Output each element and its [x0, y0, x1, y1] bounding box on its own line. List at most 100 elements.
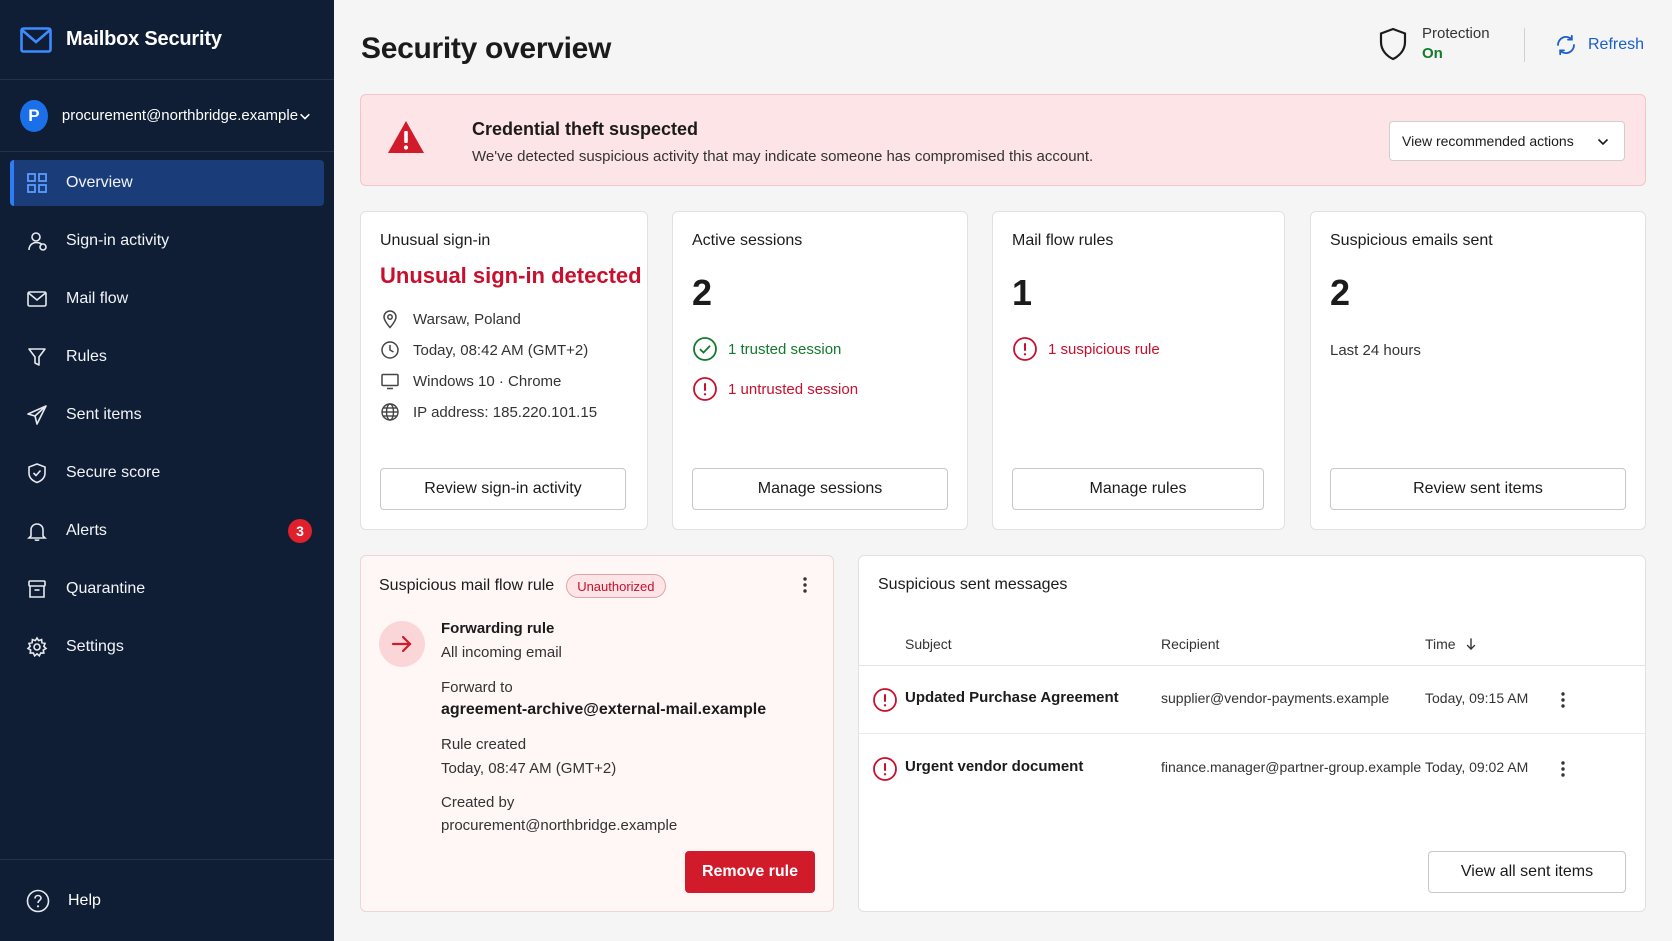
signin-ip: IP address: 185.220.101.15 [380, 402, 597, 422]
table-row[interactable]: Updated Purchase Agreement supplier@vend… [859, 666, 1645, 734]
messages-panel-title: Suspicious sent messages [878, 576, 1068, 593]
rule-name: Forwarding rule [441, 620, 555, 637]
suspicious-sent-messages-panel: Suspicious sent messages Subject Recipie… [858, 555, 1646, 912]
send-icon [27, 405, 47, 425]
signin-time-text: Today, 08:42 AM (GMT+2) [413, 341, 589, 359]
suspicious-mail-flow-rule-panel: Suspicious mail flow rule Unauthorized F… [360, 555, 834, 912]
chevron-down-icon [300, 113, 310, 120]
location-pin-icon [383, 310, 397, 329]
suspicious-rule-status: 1 suspicious rule [1012, 336, 1160, 362]
more-options-icon[interactable] [1553, 690, 1573, 710]
recommended-actions-label: View recommended actions [1402, 133, 1574, 149]
alert-text: We've detected suspicious activity that … [472, 148, 1094, 165]
signin-device-text: Windows 10 · Chrome [413, 372, 562, 390]
suspicious-emails-sent-card: Suspicious emails sent 2 Last 24 hours R… [1310, 211, 1646, 530]
alerts-count-badge: 3 [288, 519, 312, 543]
sidebar-item-label: Sent items [66, 406, 142, 423]
sidebar-item-quarantine[interactable]: Quarantine [10, 566, 324, 612]
account-switcher[interactable]: P procurement@northbridge.example [0, 80, 334, 152]
credential-theft-alert: Credential theft suspected We've detecte… [360, 94, 1646, 186]
refresh-label: Refresh [1588, 36, 1645, 53]
sidebar-item-settings[interactable]: Settings [10, 624, 324, 670]
forward-to-address: agreement-archive@external-mail.example [441, 701, 767, 718]
untrusted-session-text: 1 untrusted session [728, 380, 859, 398]
sidebar-nav: Overview Sign-in activity Mail flow Rule… [0, 152, 334, 670]
table-row[interactable]: Urgent vendor document finance.manager@p… [859, 735, 1645, 803]
clock-icon [381, 341, 399, 359]
chevron-down-icon [1597, 138, 1609, 146]
more-options-icon[interactable] [1553, 759, 1573, 779]
sidebar-item-overview[interactable]: Overview [10, 160, 324, 206]
protection-state: On [1422, 45, 1443, 62]
sidebar-item-label: Sign-in activity [66, 232, 170, 249]
monitor-icon [381, 373, 399, 390]
error-circle-icon [1013, 337, 1037, 361]
archive-icon [28, 580, 46, 598]
rule-created-label: Rule created [441, 736, 527, 753]
more-options-icon[interactable] [795, 575, 815, 595]
suspicious-rule-text: 1 suspicious rule [1048, 340, 1160, 358]
signin-location-text: Warsaw, Poland [413, 310, 521, 328]
forward-icon-badge [379, 621, 425, 667]
grid-icon [27, 173, 47, 193]
review-signin-activity-button[interactable]: Review sign-in activity [380, 468, 626, 510]
mail-flow-rules-card: Mail flow rules 1 1 suspicious rule Mana… [992, 211, 1285, 530]
sidebar-item-sign-in-activity[interactable]: Sign-in activity [10, 218, 324, 264]
error-circle-icon [873, 688, 897, 712]
page-title: Security overview [361, 32, 612, 65]
message-recipient: finance.manager@partner-group.example [1161, 759, 1422, 775]
bell-icon [27, 523, 47, 542]
main-content: Security overview Protection On Refresh … [334, 0, 1672, 941]
created-by-label: Created by [441, 794, 515, 811]
sidebar: Mailbox Security P procurement@northbrid… [0, 0, 334, 941]
rule-panel-title: Suspicious mail flow rule [379, 577, 555, 594]
sidebar-item-label: Rules [66, 348, 107, 365]
card-title: Unusual sign-in [380, 232, 491, 249]
sidebar-item-label: Mail flow [66, 290, 129, 307]
sidebar-item-sent-items[interactable]: Sent items [10, 392, 324, 438]
header-divider [1524, 28, 1525, 62]
suspicious-emails-count: 2 [1330, 272, 1351, 313]
recommended-actions-dropdown[interactable]: View recommended actions [1389, 121, 1625, 161]
sidebar-item-secure-score[interactable]: Secure score [10, 450, 324, 496]
remove-rule-button[interactable]: Remove rule [685, 851, 815, 893]
column-time[interactable]: Time [1425, 636, 1478, 652]
mail-flow-rules-count: 1 [1012, 272, 1033, 313]
app-title: Mailbox Security [66, 28, 222, 50]
created-by-account: procurement@northbridge.example [441, 817, 678, 834]
column-subject[interactable]: Subject [905, 636, 952, 652]
avatar: P [20, 99, 48, 132]
manage-rules-button[interactable]: Manage rules [1012, 468, 1264, 510]
message-subject: Updated Purchase Agreement [905, 689, 1119, 706]
rule-scope: All incoming email [441, 644, 562, 661]
trusted-session-text: 1 trusted session [728, 340, 842, 358]
user-icon [28, 232, 47, 251]
filter-icon [28, 348, 46, 366]
protection-status: Protection On [1378, 24, 1490, 64]
sidebar-item-mail-flow[interactable]: Mail flow [10, 276, 324, 322]
help-link[interactable]: Help [0, 859, 334, 941]
message-time: Today, 09:02 AM [1425, 759, 1529, 775]
sidebar-item-label: Settings [66, 638, 124, 655]
help-label: Help [68, 891, 101, 909]
sidebar-item-rules[interactable]: Rules [10, 334, 324, 380]
sidebar-item-label: Quarantine [66, 580, 146, 597]
view-all-sent-items-button[interactable]: View all sent items [1428, 851, 1626, 893]
error-circle-icon [873, 757, 897, 781]
card-title: Mail flow rules [1012, 232, 1114, 249]
signin-device: Windows 10 · Chrome [380, 371, 561, 391]
sidebar-item-label: Alerts [66, 522, 107, 539]
signin-time: Today, 08:42 AM (GMT+2) [380, 340, 588, 360]
card-title: Active sessions [692, 232, 803, 249]
refresh-icon [1557, 34, 1575, 56]
protection-label: Protection [1422, 25, 1490, 42]
column-recipient[interactable]: Recipient [1161, 636, 1219, 652]
sidebar-item-alerts[interactable]: Alerts 3 [10, 508, 324, 554]
gear-icon [26, 636, 48, 658]
message-recipient: supplier@vendor-payments.example [1161, 690, 1390, 706]
signin-ip-text: IP address: 185.220.101.15 [413, 403, 598, 421]
unusual-signin-card: Unusual sign-in Unusual sign-in detected… [360, 211, 648, 530]
manage-sessions-button[interactable]: Manage sessions [692, 468, 948, 510]
refresh-button[interactable]: Refresh [1554, 33, 1644, 57]
review-sent-items-button[interactable]: Review sent items [1330, 468, 1626, 510]
